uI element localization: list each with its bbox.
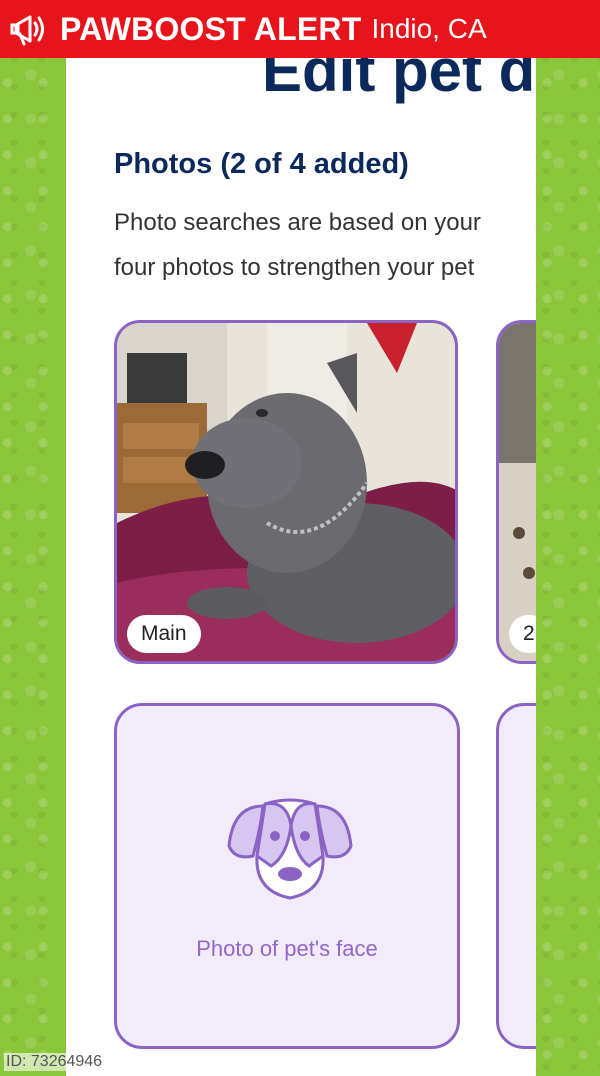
photos-section-heading: Photos (2 of 4 added) — [114, 148, 409, 180]
photos-description: Photo searches are based on your four ph… — [114, 200, 536, 290]
photo-badge-main: Main — [127, 615, 201, 653]
page-title: Edit pet d — [262, 58, 536, 104]
dog-photo — [117, 323, 455, 661]
dog-face-icon — [227, 798, 353, 900]
alert-location: Indio, CA — [371, 13, 487, 44]
megaphone-icon — [10, 15, 44, 46]
photo-tile-main[interactable]: Main — [114, 320, 458, 664]
right-margin-pattern — [536, 58, 600, 1076]
add-face-photo-tile[interactable]: Photo of pet's face — [114, 703, 460, 1049]
photos-description-line-2: four photos to strengthen your pet — [114, 254, 475, 281]
photo-tile-2[interactable]: 2 — [496, 320, 536, 664]
edit-pet-card: Edit pet d Photos (2 of 4 added) Photo s… — [66, 58, 536, 1076]
left-margin-pattern — [0, 58, 66, 1076]
alert-title: PAWBOOST ALERT — [60, 10, 362, 47]
alert-header: PAWBOOST ALERT Indio, CA — [0, 0, 600, 58]
placeholder-caption: Photo of pet's face — [196, 936, 378, 961]
photos-description-line-1: Photo searches are based on your — [114, 209, 481, 236]
add-photo-tile-2[interactable] — [496, 703, 536, 1049]
pet-photo-2 — [499, 323, 536, 661]
alert-id: ID: 73264946 — [4, 1053, 105, 1071]
